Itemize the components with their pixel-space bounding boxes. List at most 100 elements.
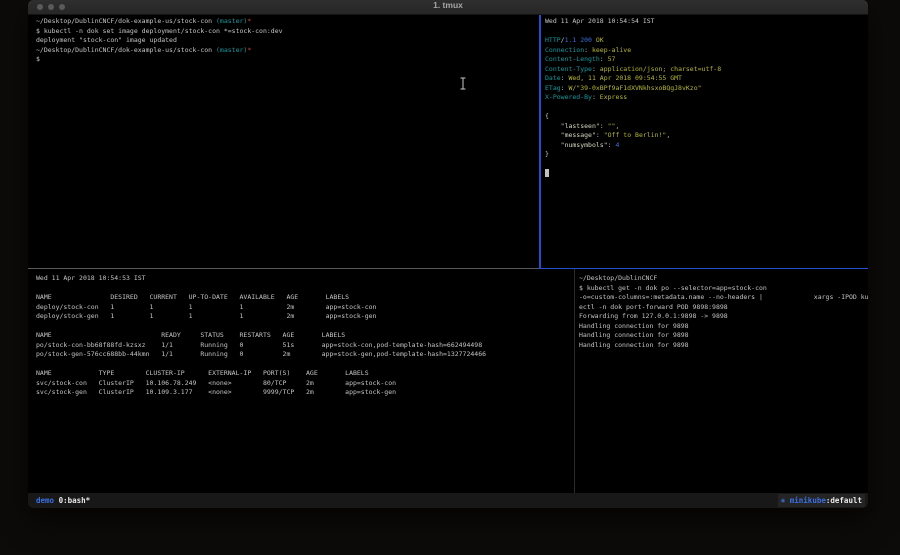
terminal-text-segment: Date bbox=[545, 74, 561, 82]
terminal-line bbox=[36, 360, 580, 370]
terminal-text-segment: minikube bbox=[790, 496, 826, 505]
terminal-text-segment: ectl -n dok port-forward POD 9898:9898 bbox=[579, 303, 728, 311]
terminal-text-segment: (master) bbox=[212, 17, 247, 25]
terminal-text-segment: Wed 11 Apr 2018 10:54:53 IST bbox=[36, 274, 146, 282]
terminal-line: deploy/stock-gen 1 1 1 1 2m app=stock-ge… bbox=[36, 312, 580, 322]
terminal-content: ~/Desktop/DublinCNCF/dok-example-us/stoc… bbox=[28, 15, 868, 493]
terminal-text-segment: $ bbox=[36, 55, 40, 63]
terminal-text-segment bbox=[545, 169, 549, 177]
pane-divider-horizontal-right-active bbox=[539, 268, 868, 270]
terminal-line: ETag: W/"39-0xBPf9aF1dXVNkhsxoBQgJ8vKzo" bbox=[545, 84, 868, 94]
terminal-text-segment: 0:bash* bbox=[59, 496, 91, 505]
terminal-text-segment bbox=[545, 122, 561, 130]
terminal-line bbox=[36, 322, 580, 332]
terminal-line: Date: Wed, 11 Apr 2018 09:54:55 GMT bbox=[545, 74, 868, 84]
terminal-text-segment bbox=[545, 131, 561, 139]
terminal-text-segment: X-Powered-By bbox=[545, 93, 592, 101]
tmux-pane-bottom-left[interactable]: Wed 11 Apr 2018 10:54:53 IST NAME DESIRE… bbox=[28, 269, 580, 498]
terminal-text-segment: application/json; charset=utf-8 bbox=[600, 65, 721, 73]
terminal-text-segment: Express bbox=[600, 93, 627, 101]
tmux-session-window-label[interactable]: demo 0:bash* bbox=[36, 493, 90, 508]
terminal-text-segment: "Off to Berlin!" bbox=[604, 131, 667, 139]
terminal-text-segment: , bbox=[666, 131, 670, 139]
terminal-text-segment: HTTP bbox=[545, 36, 561, 44]
terminal-text-segment: $ kubectl get -n dok po --selector=app=s… bbox=[579, 284, 767, 292]
terminal-text-segment: W/"39-0xBPf9aF1dXVNkhsxoBQgJ8vKzo" bbox=[568, 84, 701, 92]
terminal-text-segment: Handling connection for 9898 bbox=[579, 331, 689, 339]
terminal-text-segment: : bbox=[600, 122, 608, 130]
terminal-line: -o=custom-columns=:metadata.name --no-he… bbox=[579, 293, 868, 303]
terminal-line: Handling connection for 9898 bbox=[579, 331, 868, 341]
terminal-line: "message": "Off to Berlin!", bbox=[545, 131, 868, 141]
terminal-line bbox=[545, 169, 868, 179]
terminal-line: "lastseen": "", bbox=[545, 122, 868, 132]
tmux-pane-top-right[interactable]: Wed 11 Apr 2018 10:54:54 IST HTTP/1.1 20… bbox=[541, 15, 868, 269]
terminal-text-segment: NAME TYPE CLUSTER-IP EXTERNAL-IP PORT(S)… bbox=[36, 369, 369, 377]
terminal-text-segment: * bbox=[247, 17, 251, 25]
terminal-text-segment: : bbox=[584, 46, 592, 54]
window-titlebar[interactable]: 1. tmux bbox=[28, 0, 868, 15]
terminal-line: Content-Type: application/json; charset=… bbox=[545, 65, 868, 75]
pane-divider-vertical-bottom bbox=[574, 269, 576, 493]
terminal-line: NAME TYPE CLUSTER-IP EXTERNAL-IP PORT(S)… bbox=[36, 369, 580, 379]
terminal-text-segment: deploy/stock-con 1 1 1 1 2m app=stock-co… bbox=[36, 303, 376, 311]
terminal-text-segment: NAME DESIRED CURRENT UP-TO-DATE AVAILABL… bbox=[36, 293, 349, 301]
terminal-text-segment: ⎈ bbox=[781, 496, 790, 505]
terminal-line: X-Powered-By: Express bbox=[545, 93, 868, 103]
terminal-line: po/stock-gen-576cc688bb-44kmn 1/1 Runnin… bbox=[36, 350, 580, 360]
terminal-line: $ kubectl get -n dok po --selector=app=s… bbox=[579, 284, 868, 294]
terminal-line: } bbox=[545, 150, 868, 160]
terminal-line: Connection: keep-alive bbox=[545, 46, 868, 56]
terminal-text-segment: { bbox=[545, 112, 549, 120]
terminal-line: NAME DESIRED CURRENT UP-TO-DATE AVAILABL… bbox=[36, 293, 580, 303]
terminal-line: deployment "stock-con" image updated bbox=[36, 36, 547, 46]
terminal-text-segment: :default bbox=[826, 496, 862, 505]
terminal-line: ectl -n dok port-forward POD 9898:9898 bbox=[579, 303, 868, 313]
terminal-line: ~/Desktop/DublinCNCF bbox=[579, 274, 868, 284]
terminal-line bbox=[545, 160, 868, 170]
terminal-text-segment: "lastseen" bbox=[561, 122, 600, 130]
terminal-line: Forwarding from 127.0.0.1:9898 -> 9898 bbox=[579, 312, 868, 322]
terminal-text-segment bbox=[545, 141, 561, 149]
terminal-text-segment: Content-Length bbox=[545, 55, 600, 63]
terminal-text-segment: ETag bbox=[545, 84, 561, 92]
terminal-text-segment: po/stock-con-bb68f88fd-kzsxz 1/1 Running… bbox=[36, 341, 482, 349]
terminal-text-segment: $ kubectl -n dok set image deployment/st… bbox=[36, 27, 283, 35]
tmux-pane-bottom-right[interactable]: ~/Desktop/DublinCNCF $ kubectl get -n dok… bbox=[575, 269, 868, 498]
terminal-text-segment: 1.1 200 bbox=[565, 36, 592, 44]
terminal-line: svc/stock-con ClusterIP 10.106.78.249 <n… bbox=[36, 379, 580, 389]
terminal-text-segment: Forwarding from 127.0.0.1:9898 -> 9898 bbox=[579, 312, 728, 320]
terminal-text-segment: } bbox=[545, 150, 549, 158]
terminal-text-segment: 57 bbox=[608, 55, 616, 63]
terminal-text-segment: ~/Desktop/DublinCNCF bbox=[579, 274, 657, 282]
terminal-line bbox=[545, 103, 868, 113]
terminal-text-segment: keep-alive bbox=[592, 46, 631, 54]
terminal-text-segment: "numsymbols" bbox=[561, 141, 608, 149]
terminal-text-segment: Content-Type bbox=[545, 65, 592, 73]
terminal-line: Wed 11 Apr 2018 10:54:54 IST bbox=[545, 17, 868, 27]
terminal-text-segment: Connection bbox=[545, 46, 584, 54]
terminal-text-segment: svc/stock-con ClusterIP 10.106.78.249 <n… bbox=[36, 379, 396, 387]
terminal-line: Handling connection for 9898 bbox=[579, 322, 868, 332]
terminal-text-segment: svc/stock-gen ClusterIP 10.109.3.177 <no… bbox=[36, 388, 396, 396]
terminal-line bbox=[36, 284, 580, 294]
terminal-line bbox=[545, 27, 868, 37]
terminal-line: svc/stock-gen ClusterIP 10.109.3.177 <no… bbox=[36, 388, 580, 398]
terminal-text-segment: "message" bbox=[561, 131, 596, 139]
terminal-line: HTTP/1.1 200 OK bbox=[545, 36, 868, 46]
terminal-text-segment: 4 bbox=[615, 141, 619, 149]
terminal-text-segment: Handling connection for 9898 bbox=[579, 322, 689, 330]
tmux-pane-top-left[interactable]: ~/Desktop/DublinCNCF/dok-example-us/stoc… bbox=[28, 15, 547, 269]
terminal-text-segment: : bbox=[600, 55, 608, 63]
terminal-line: Handling connection for 9898 bbox=[579, 341, 868, 351]
terminal-text-segment: , bbox=[615, 122, 619, 130]
terminal-line: "numsymbols": 4 bbox=[545, 141, 868, 151]
terminal-text-segment: ~/Desktop/DublinCNCF/dok-example-us/stoc… bbox=[36, 46, 212, 54]
terminal-text-segment: -o=custom-columns=:metadata.name --no-he… bbox=[579, 293, 868, 301]
terminal-line: $ bbox=[36, 55, 547, 65]
terminal-line: NAME READY STATUS RESTARTS AGE LABELS bbox=[36, 331, 580, 341]
terminal-text-segment: NAME READY STATUS RESTARTS AGE LABELS bbox=[36, 331, 345, 339]
terminal-text-segment: Handling connection for 9898 bbox=[579, 341, 689, 349]
terminal-text-segment: deploy/stock-gen 1 1 1 1 2m app=stock-ge… bbox=[36, 312, 376, 320]
terminal-line: Wed 11 Apr 2018 10:54:53 IST bbox=[36, 274, 580, 284]
